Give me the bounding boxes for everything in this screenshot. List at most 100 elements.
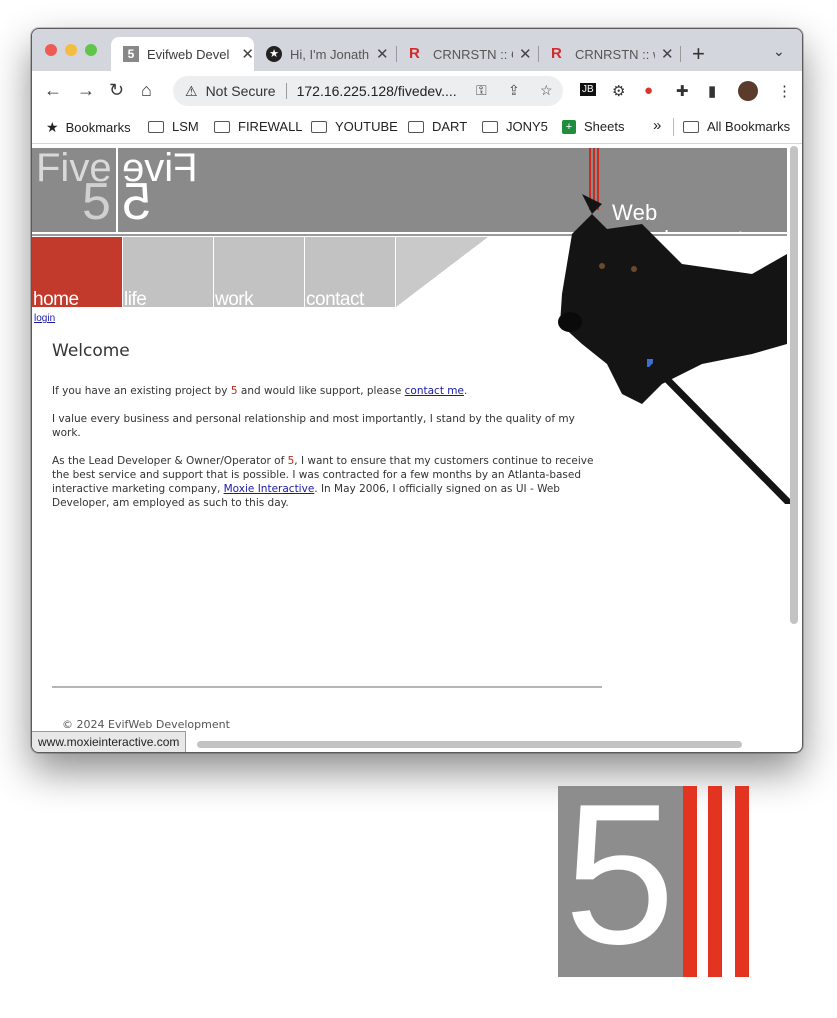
status-bar-url: www.moxieinteractive.com <box>32 731 187 752</box>
nav-label: contact <box>306 289 364 310</box>
login-link[interactable]: login <box>34 313 55 324</box>
bookmark-firewall[interactable]: FIREWALL <box>214 119 303 134</box>
url-text[interactable]: 172.16.225.128/fivedev.... <box>297 83 457 99</box>
logo-red-stripe <box>735 786 749 977</box>
tab-strip: 5 Evifweb Devel ✕ ★ Hi, I'm Jonath ✕ R C… <box>32 29 802 71</box>
folder-icon <box>408 120 424 133</box>
contact-me-link[interactable]: contact me <box>405 385 464 397</box>
nav-label: work <box>215 289 254 310</box>
nav-work[interactable]: work <box>214 237 304 310</box>
bookmark-youtube[interactable]: YOUTUBE <box>311 119 398 134</box>
avatar[interactable] <box>738 81 758 101</box>
star-icon: ★ <box>46 119 59 135</box>
vivaldi-extension-icon[interactable]: ● <box>644 82 653 99</box>
home-icon[interactable]: ⌂ <box>141 80 152 101</box>
browser-window: 5 Evifweb Devel ✕ ★ Hi, I'm Jonath ✕ R C… <box>31 28 803 753</box>
logo-big-number: 5 <box>564 763 676 986</box>
about-paragraph: As the Lead Developer & Owner/Operator o… <box>52 455 594 509</box>
nav-label: life <box>124 289 147 310</box>
share-icon[interactable]: ⇪ <box>508 82 520 99</box>
moxie-interactive-link[interactable]: Moxie Interactive <box>224 483 315 495</box>
bookmark-sheets[interactable]: + Sheets <box>562 119 624 134</box>
intro-paragraph: If you have an existing project by 5 and… <box>52 385 468 397</box>
side-panel-icon[interactable]: ▮ <box>708 82 716 100</box>
folder-icon <box>148 120 164 133</box>
tab-crnrstn-1[interactable]: R CRNRSTN :: C ✕ <box>397 37 540 71</box>
tab-label: Evifweb Devel <box>147 46 230 62</box>
bookmark-jony5[interactable]: JONY5 <box>482 119 548 134</box>
folder-icon <box>214 120 230 133</box>
forward-arrow-icon[interactable]: → <box>77 80 95 101</box>
tab-close-icon[interactable]: ✕ <box>241 45 254 63</box>
bookmark-star-icon[interactable]: ☆ <box>540 82 553 99</box>
page-viewport: Five Five 5 5 Web Development home life … <box>32 144 802 752</box>
reload-icon[interactable]: ↻ <box>109 80 124 101</box>
main-content: Welcome If you have an existing project … <box>52 341 602 524</box>
bookmark-label: FIREWALL <box>238 119 303 134</box>
close-window-button[interactable] <box>45 44 57 56</box>
tab-separator <box>680 46 681 62</box>
values-paragraph: I value every business and personal rela… <box>52 413 575 439</box>
tab-close-icon[interactable]: ✕ <box>519 45 532 63</box>
big-five-logo: 5 <box>558 763 749 986</box>
folder-icon <box>482 120 498 133</box>
gear-extension-icon[interactable]: ⚙ <box>612 82 625 100</box>
bookmark-bookmarks[interactable]: ★ Bookmarks <box>46 119 131 136</box>
logo-number-mirrored: 5 <box>122 173 151 231</box>
nav-label: home <box>33 289 79 310</box>
bookmark-lsm[interactable]: LSM <box>148 119 199 134</box>
tab-label: Hi, I'm Jonath <box>290 46 370 62</box>
vertical-scrollbar[interactable] <box>790 146 798 624</box>
logo-red-stripe <box>708 786 722 977</box>
bookmark-label: YOUTUBE <box>335 119 398 134</box>
omnibox-divider <box>285 83 287 99</box>
tab-label: CRNRSTN :: w <box>575 46 655 62</box>
back-arrow-icon[interactable]: ← <box>44 80 62 101</box>
bookmark-label: Sheets <box>584 119 625 134</box>
folder-icon <box>683 120 699 133</box>
warning-triangle-icon[interactable]: ⚠ <box>185 83 198 100</box>
tab-crnrstn-2[interactable]: R CRNRSTN :: w ✕ <box>539 37 682 71</box>
r-logo-icon: R <box>409 45 420 62</box>
horizontal-scrollbar[interactable] <box>197 741 742 748</box>
address-bar[interactable]: ⚠ Not Secure 172.16.225.128/fivedev.... … <box>173 76 563 106</box>
tab-label: CRNRSTN :: C <box>433 46 513 62</box>
folder-icon <box>311 120 327 133</box>
nav-home[interactable]: home <box>32 237 122 310</box>
nav-contact[interactable]: contact <box>305 237 395 310</box>
tab-close-icon[interactable]: ✕ <box>661 45 674 63</box>
logo-red-stripe <box>683 786 697 977</box>
zoom-window-button[interactable] <box>85 44 97 56</box>
r-logo-icon: R <box>551 45 562 62</box>
toolbar: ← → ↻ ⌂ ⚠ Not Secure 172.16.225.128/five… <box>32 71 802 111</box>
footer-copyright: © 2024 EvifWeb Development <box>62 718 230 731</box>
bookmark-label: JONY5 <box>506 119 548 134</box>
star-badge-icon: ★ <box>266 46 282 62</box>
bookmarks-bar: ★ Bookmarks LSM FIREWALL YOUTUBE DART JO… <box>32 111 802 144</box>
logo-divider <box>116 148 118 232</box>
bookmark-label: DART <box>432 119 468 134</box>
new-tab-button[interactable]: + <box>692 41 705 67</box>
jetbrains-extension-icon[interactable]: JB <box>580 83 596 96</box>
sheets-icon: + <box>562 119 576 134</box>
minimize-window-button[interactable] <box>65 44 77 56</box>
tab-evifweb[interactable]: 5 Evifweb Devel ✕ <box>111 37 254 71</box>
bookmarks-divider <box>673 118 674 136</box>
nav-corner-decoration <box>396 237 488 307</box>
page-title: Welcome <box>52 341 130 361</box>
bookmark-label: Bookmarks <box>65 120 131 135</box>
tab-search-chevron-icon[interactable]: ⌄ <box>773 43 785 60</box>
bookmark-label: LSM <box>172 119 199 134</box>
logo-number: 5 <box>82 173 111 231</box>
puzzle-icon[interactable]: ✚ <box>676 82 689 100</box>
key-icon[interactable]: ⚿ <box>476 82 487 99</box>
bookmark-dart[interactable]: DART <box>408 119 467 134</box>
more-menu-icon[interactable]: ⋮ <box>777 82 792 100</box>
all-bookmarks[interactable]: All Bookmarks <box>683 119 790 134</box>
tab-close-icon[interactable]: ✕ <box>376 45 389 63</box>
tab-hi-jonathan[interactable]: ★ Hi, I'm Jonath ✕ <box>254 37 397 71</box>
nav-life[interactable]: life <box>123 237 213 310</box>
bookmarks-overflow-icon[interactable]: » <box>653 117 661 134</box>
footer-rule <box>52 686 602 688</box>
security-label[interactable]: Not Secure <box>206 83 276 99</box>
